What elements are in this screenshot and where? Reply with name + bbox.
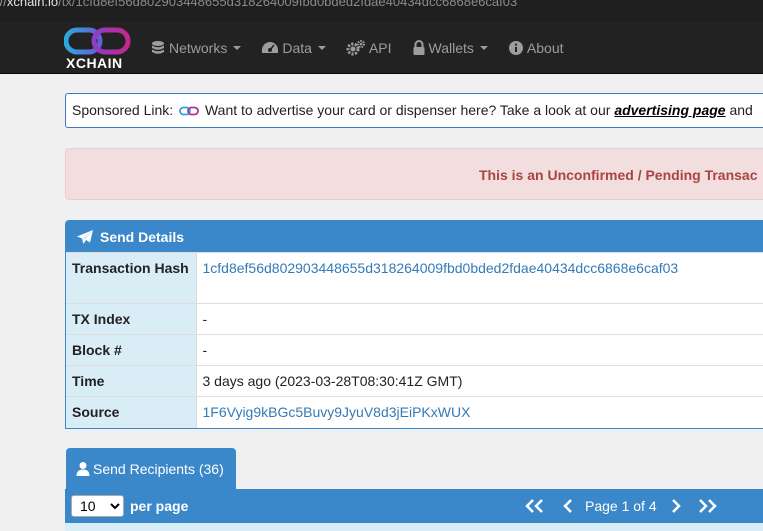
chevron-down-icon: [479, 46, 488, 50]
nav-data-label: Data: [282, 40, 312, 56]
pending-transaction-alert: This is an Unconfirmed / Pending Transac: [65, 148, 763, 200]
row-label: Source: [66, 396, 197, 428]
xchain-logo-icon: [63, 27, 131, 55]
navbar: XCHAIN Networks Data API Wallets About: [0, 22, 763, 74]
chevron-right-icon: [671, 499, 681, 513]
xchain-mini-logo-icon: [179, 106, 199, 116]
nav-wallets-label: Wallets: [428, 40, 474, 56]
nav-networks-label: Networks: [169, 40, 228, 56]
recipients-table-header: [65, 523, 763, 531]
cogs-icon: [346, 40, 365, 56]
dashboard-icon: [262, 42, 279, 53]
alert-text: This is an Unconfirmed / Pending Transac: [479, 167, 758, 183]
nav-wallets[interactable]: Wallets: [412, 40, 488, 56]
table-row: Source 1F6Vyig9kBGc5Buvy9JyuV8d3jEiPKxWU…: [66, 396, 763, 428]
chevron-left-icon: [563, 499, 572, 513]
transaction-hash-link[interactable]: 1cfd8ef56d802903448655d318264009fbd0bded…: [196, 252, 763, 304]
last-page-button[interactable]: [697, 499, 717, 513]
nav-api[interactable]: API: [346, 40, 392, 56]
tx-index-value: -: [196, 303, 763, 335]
row-label: Time: [66, 365, 197, 397]
nav-api-label: API: [368, 40, 392, 56]
sponsored-message: Want to advertise your card or dispenser…: [204, 102, 611, 118]
first-page-button[interactable]: [525, 499, 545, 513]
chevron-down-icon: [317, 46, 326, 50]
url-prefix: ://: [0, 0, 7, 9]
paper-plane-icon: [77, 229, 93, 244]
per-page-select[interactable]: 10: [71, 495, 124, 517]
nav-about[interactable]: About: [508, 40, 564, 56]
user-icon: [76, 461, 90, 476]
sponsored-banner: Sponsored Link: Want to advertise your c…: [65, 93, 763, 128]
table-row: Time 3 days ago (2023-03-28T08:30:41Z GM…: [66, 365, 763, 397]
next-page-button[interactable]: [671, 499, 681, 513]
url-path: /tx/1cfd8ef56d802903448655d318264009fbd0…: [58, 0, 518, 9]
double-chevron-right-icon: [698, 499, 717, 513]
send-details-panel: Send Details Transaction Hash 1cfd8ef56d…: [65, 220, 763, 429]
time-value: 3 days ago (2023-03-28T08:30:41Z GMT): [196, 365, 763, 397]
prev-page-button[interactable]: [563, 499, 573, 513]
row-label: Transaction Hash: [66, 252, 197, 304]
database-icon: [152, 41, 164, 54]
pagination: Page 1 of 4: [525, 495, 717, 517]
url-host: xchain.io: [6, 0, 59, 9]
info-circle-icon: [508, 41, 523, 55]
send-details-table: Transaction Hash 1cfd8ef56d802903448655d…: [66, 252, 763, 428]
url-bar[interactable]: ://xchain.io/tx/1cfd8ef56d802903448655d3…: [0, 0, 763, 22]
table-row: Transaction Hash 1cfd8ef56d802903448655d…: [66, 252, 763, 304]
source-address-link[interactable]: 1F6Vyig9kBGc5Buvy9JyuV8d3jEiPKxWUX: [196, 396, 763, 428]
advertising-page-link[interactable]: advertising page: [614, 102, 725, 118]
nav-about-label: About: [526, 40, 564, 56]
double-chevron-left-icon: [525, 499, 543, 513]
send-details-title: Send Details: [100, 228, 185, 245]
main-nav: Networks Data API Wallets About: [150, 22, 584, 74]
xchain-logo[interactable]: XCHAIN: [63, 26, 132, 71]
sponsored-prefix: Sponsored Link:: [72, 102, 174, 118]
tab-send-recipients[interactable]: Send Recipients (36): [66, 448, 236, 489]
lock-icon: [413, 40, 425, 55]
nav-networks[interactable]: Networks: [150, 40, 242, 56]
recipients-toolbar: 10 per page Page 1 of 4: [65, 489, 763, 523]
send-details-heading: Send Details: [66, 221, 763, 252]
chevron-down-icon: [233, 46, 242, 50]
sponsored-suffix: and: [729, 102, 753, 118]
row-label: TX Index: [66, 303, 197, 335]
tab-label: Send Recipients (36): [93, 460, 224, 477]
page-info: Page 1 of 4: [585, 498, 657, 514]
logo-text: XCHAIN: [66, 55, 123, 71]
row-label: Block #: [66, 334, 197, 366]
table-row: TX Index -: [66, 303, 763, 335]
block-value: -: [196, 334, 763, 366]
nav-data[interactable]: Data: [261, 40, 326, 56]
table-row: Block # -: [66, 334, 763, 366]
per-page-label: per page: [130, 498, 189, 514]
